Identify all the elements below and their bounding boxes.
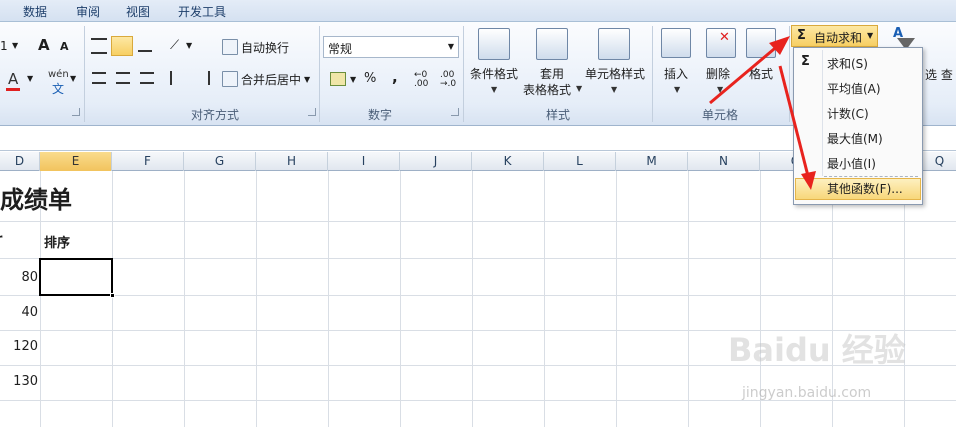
watermark-url: jingyan.baidu.com: [742, 385, 872, 401]
watermark-logo: Baidu 经验: [728, 331, 906, 369]
arrow-to-autosum: [709, 42, 781, 105]
arrow-to-more-functions: [778, 65, 810, 177]
arrow-head: [801, 171, 816, 190]
